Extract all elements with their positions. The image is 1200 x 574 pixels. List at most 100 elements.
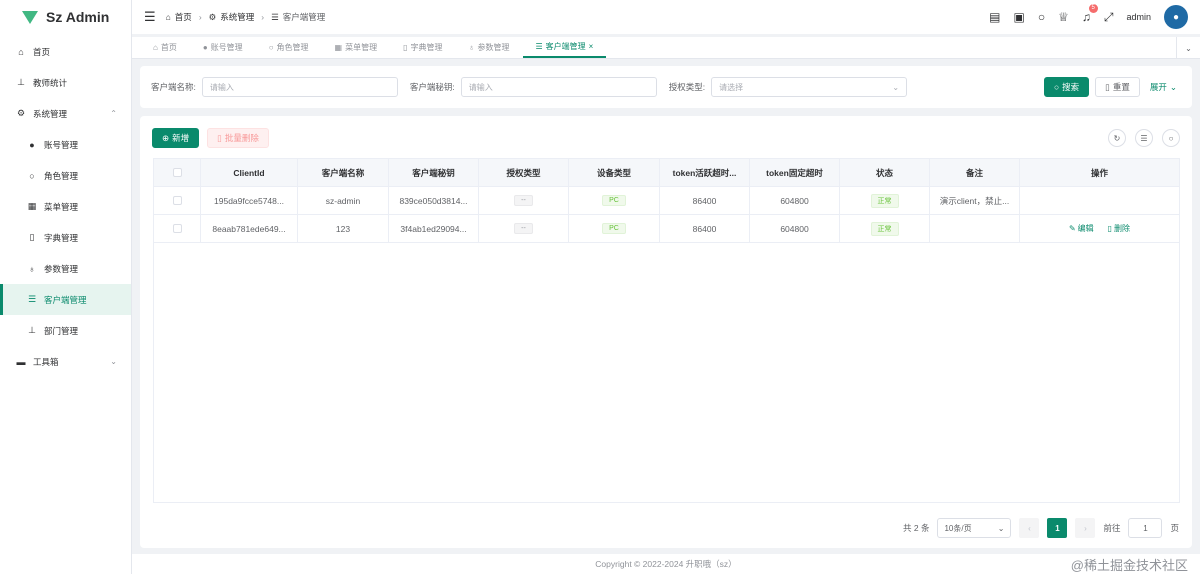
cell-grant-type: -- (479, 187, 569, 214)
fullscreen-icon[interactable]: ⤢ (1104, 10, 1114, 25)
cell-client-id: 8eaab781ede649... (201, 215, 298, 242)
next-page-button[interactable]: › (1075, 518, 1096, 538)
cell-client-id: 195da9fcce5748... (201, 187, 298, 214)
edit-label: 编辑 (1077, 224, 1094, 233)
tab-clients[interactable]: ☰ 客户端管理 × (522, 36, 607, 58)
close-icon[interactable]: × (589, 42, 594, 51)
sidebar-item-toolbox[interactable]: ▬ 工具箱 ⌄ (0, 346, 131, 377)
expand-button[interactable]: 展开 ⌄ (1145, 77, 1181, 97)
sidebar-item-teacher-stats[interactable]: ⊥ 教师统计 (0, 67, 131, 98)
column-header[interactable]: 状态 (840, 159, 930, 186)
sidebar-item-label: 部门管理 (44, 325, 79, 336)
sidebar-item-menus[interactable]: ▦ 菜单管理 (0, 191, 131, 222)
cell-device-type: PC (569, 215, 660, 242)
refresh-icon[interactable]: ↻ (1108, 129, 1126, 147)
sidebar-item-label: 工具箱 (33, 356, 59, 367)
sidebar-item-departments[interactable]: ⊥ 部门管理 (0, 315, 131, 346)
row-checkbox[interactable] (172, 196, 182, 205)
client-name-field: 客户端名称: 请输入 (151, 77, 398, 97)
tab-dictionary[interactable]: ▯ 字典管理 (390, 36, 455, 58)
tab-roles[interactable]: ○ 角色管理 (256, 36, 322, 58)
sidebar-item-params[interactable]: ♁ 参数管理 (0, 253, 131, 284)
tab-label: 客户端管理 (545, 41, 586, 51)
cell-status: 正常 (840, 215, 930, 242)
username[interactable]: admin (1126, 12, 1151, 22)
cell-active-timeout: 86400 (660, 215, 750, 242)
tab-menus[interactable]: ▦ 菜单管理 (322, 36, 391, 58)
app-logo[interactable]: Sz Admin (0, 0, 131, 34)
avatar[interactable]: ● (1164, 5, 1188, 29)
tab-label: 账号管理 (210, 42, 243, 52)
client-secret-input[interactable]: 请输入 (460, 77, 657, 97)
search-button[interactable]: ○ 搜索 (1044, 77, 1090, 97)
table-row[interactable]: 195da9fcce5748... sz-admin 839ce050d3814… (154, 187, 1179, 215)
sidebar-item-dictionary[interactable]: ▯ 字典管理 (0, 222, 131, 253)
column-header[interactable]: 授权类型 (479, 159, 569, 186)
grant-type-tag: -- (514, 195, 533, 206)
cell-client-name: 123 (298, 215, 389, 242)
page-number[interactable]: 1 (1047, 518, 1068, 538)
batch-delete-label: 批量删除 (224, 133, 259, 143)
sidebar-item-accounts[interactable]: ● 账号管理 (0, 129, 131, 160)
tab-params[interactable]: ♁ 参数管理 (456, 36, 523, 58)
sidebar-item-roles[interactable]: ○ 角色管理 (0, 160, 131, 191)
breadcrumb-item[interactable]: 系统管理 (220, 11, 254, 23)
gear-icon: ⚙ (16, 108, 26, 118)
gear-icon: ⚙ (208, 11, 217, 22)
tab-home[interactable]: ⌂ 首页 (140, 36, 190, 58)
table-row[interactable]: 8eaab781ede649... 123 3f4ab1ed29094... -… (154, 215, 1179, 243)
column-header[interactable]: 设备类型 (569, 159, 660, 186)
trash-icon: ▯ (217, 132, 222, 143)
goto-page-input[interactable]: 1 (1128, 518, 1163, 538)
layout-icon[interactable]: ▤ (989, 10, 1000, 24)
sidebar-item-clients[interactable]: ☰ 客户端管理 (0, 284, 131, 315)
grid-icon: ▦ (334, 42, 343, 52)
chevron-right-icon: › (1084, 523, 1087, 533)
tab-more-button[interactable]: ⌄ (1176, 37, 1200, 59)
search-icon[interactable]: ○ (1162, 129, 1180, 147)
user-outline-icon: ○ (29, 170, 35, 181)
user-icon: ● (29, 139, 35, 150)
column-header[interactable]: 客户端名称 (298, 159, 389, 186)
pagination: 共 2 条 10条/页 ⌄ ‹ 1 › 前往 1 页 (903, 518, 1179, 538)
sidebar-item-label: 首页 (33, 46, 51, 57)
delete-button[interactable]: ▯ 删除 (1108, 223, 1130, 234)
param-icon: ♁ (28, 263, 36, 274)
reset-button[interactable]: ▯ 重置 (1095, 77, 1140, 97)
table-toolbar: ⊕ 新增 ▯ 批量删除 (152, 128, 269, 148)
breadcrumb-item[interactable]: 首页 (175, 11, 192, 23)
grant-type-select[interactable]: 请选择 ⌄ (711, 77, 908, 97)
row-checkbox-cell (154, 187, 201, 214)
sidebar-item-system[interactable]: ⚙ 系统管理 ⌃ (0, 98, 131, 129)
column-header[interactable]: token固定超时 (750, 159, 840, 186)
cell-active-timeout: 86400 (660, 187, 750, 214)
search-icon[interactable]: ○ (1038, 10, 1045, 24)
tab-accounts[interactable]: ● 账号管理 (190, 36, 256, 58)
column-header[interactable]: token活跃超时... (660, 159, 750, 186)
column-settings-icon[interactable]: ☰ (1135, 129, 1153, 147)
add-button[interactable]: ⊕ 新增 (152, 128, 200, 148)
book-icon: ▯ (29, 232, 35, 242)
column-header[interactable]: 备注 (930, 159, 1020, 186)
cell-remark (930, 215, 1020, 242)
cell-grant-type: -- (479, 215, 569, 242)
theme-shirt-icon[interactable]: ♕ (1058, 10, 1069, 24)
edit-button[interactable]: ✎ 编辑 (1069, 223, 1094, 234)
row-checkbox[interactable] (172, 224, 182, 233)
pagination-total: 共 2 条 (903, 523, 930, 533)
tab-label: 参数管理 (477, 42, 510, 52)
column-header[interactable]: ClientId (201, 159, 298, 186)
select-all-checkbox[interactable] (172, 168, 182, 177)
menu-toggle-icon[interactable]: ☰ (144, 9, 156, 25)
sidebar-item-home[interactable]: ⌂ 首页 (0, 36, 131, 67)
tab-label: 菜单管理 (345, 42, 378, 52)
batch-delete-button[interactable]: ▯ 批量删除 (207, 128, 269, 148)
cell-client-secret: 3f4ab1ed29094... (389, 215, 479, 242)
prev-page-button[interactable]: ‹ (1019, 518, 1040, 538)
client-name-input[interactable]: 请输入 (201, 77, 398, 97)
bell-icon[interactable]: ♫ 5 (1082, 4, 1098, 24)
translate-icon[interactable]: ▣ (1014, 10, 1025, 24)
page-size-select[interactable]: 10条/页 ⌄ (937, 518, 1012, 538)
column-header[interactable]: 客户端秘钥 (389, 159, 479, 186)
copyright-text: Copyright © 2022-2024 升职哦（sz） (595, 559, 737, 569)
